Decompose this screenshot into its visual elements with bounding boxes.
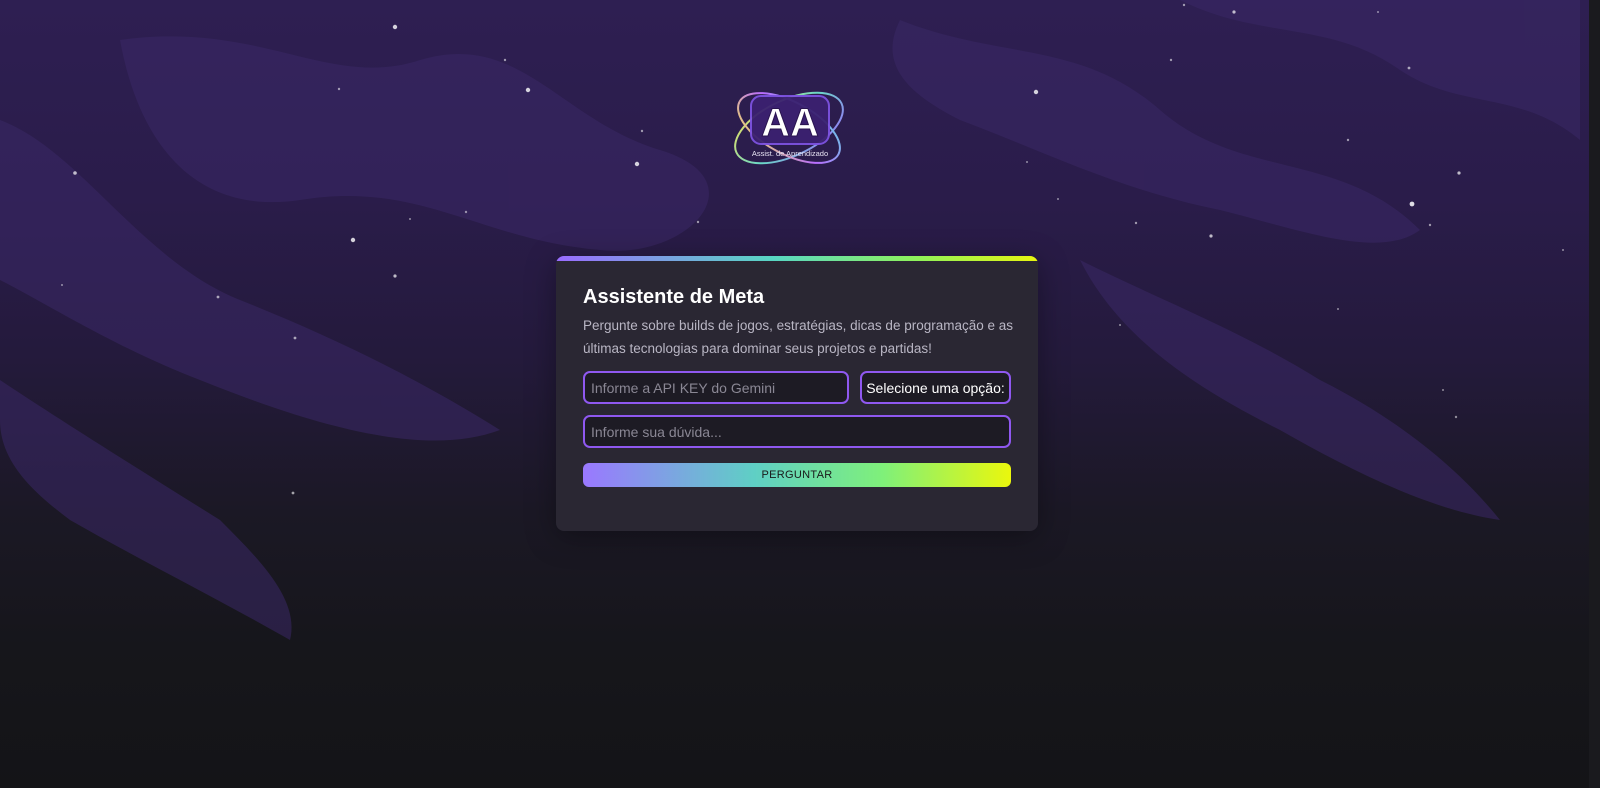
scrollbar-track[interactable] [1589, 0, 1600, 788]
option-select[interactable]: Selecione uma opção: [860, 371, 1011, 404]
card-gradient-bar [556, 256, 1038, 261]
app-logo: AA Assist. de Aprendizado [731, 78, 851, 178]
api-key-input[interactable] [583, 371, 849, 404]
svg-text:Assist. de Aprendizado: Assist. de Aprendizado [752, 149, 828, 158]
svg-text:AA: AA [761, 101, 819, 145]
assistant-card: Assistente de Meta Pergunte sobre builds… [556, 256, 1038, 531]
question-input[interactable] [583, 415, 1011, 448]
card-title: Assistente de Meta [583, 286, 765, 308]
logo-emblem-icon: AA Assist. de Aprendizado [734, 91, 844, 165]
ask-button[interactable]: PERGUNTAR [583, 463, 1011, 487]
card-description: Pergunte sobre builds de jogos, estratég… [583, 318, 1014, 356]
